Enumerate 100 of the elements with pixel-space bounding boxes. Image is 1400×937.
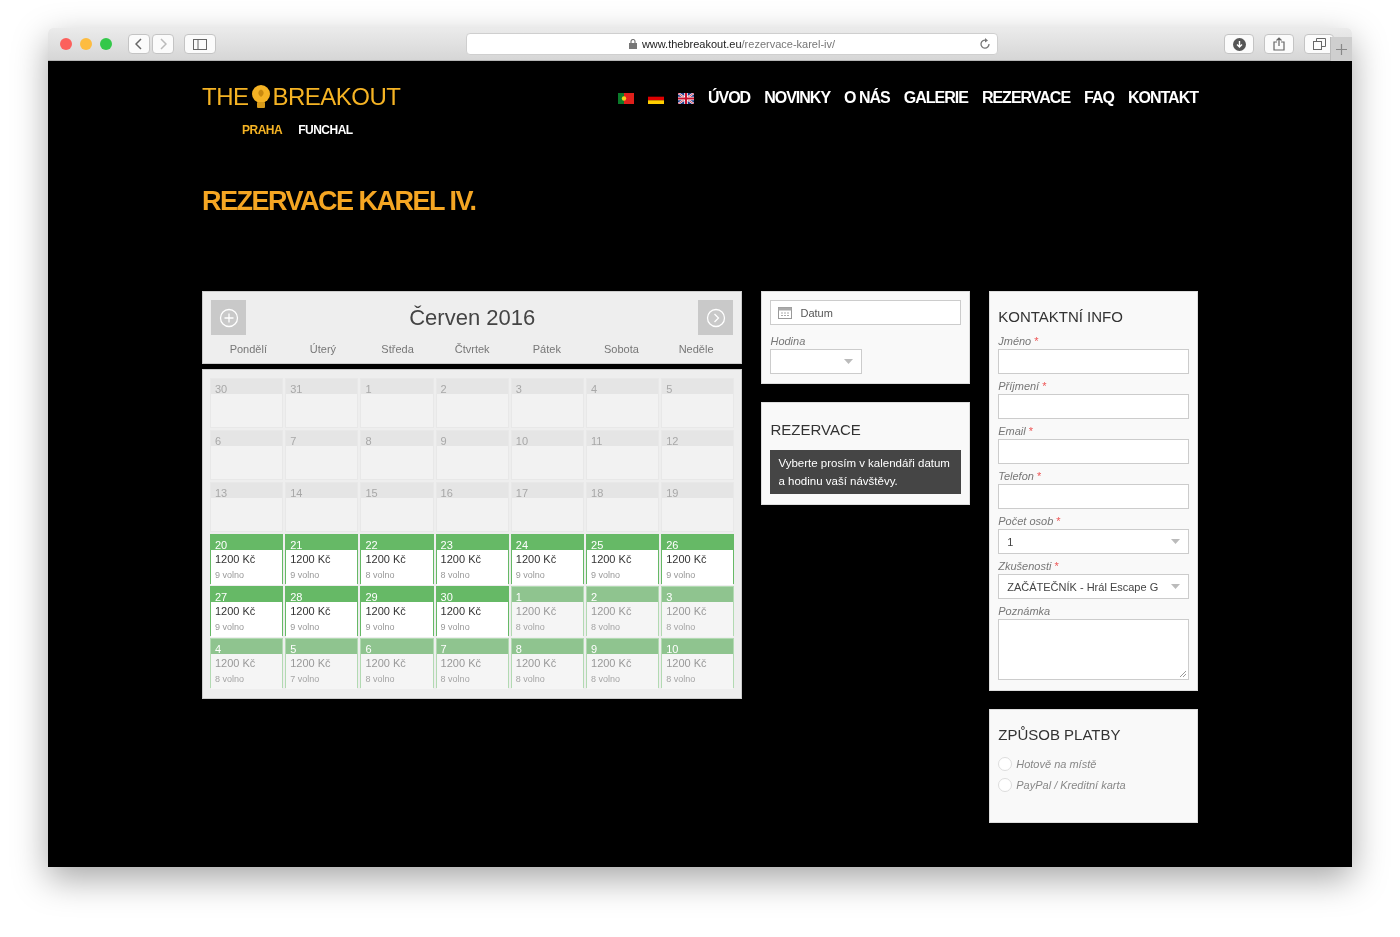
weekday-label: Pátek bbox=[531, 343, 562, 355]
field-label: Hodina bbox=[770, 335, 807, 347]
nav-link[interactable]: O NÁS bbox=[844, 89, 890, 107]
day-number: 10 bbox=[666, 643, 679, 655]
logo-text: BREAKOUT bbox=[272, 83, 401, 111]
address-bar[interactable]: www.thebreakout.eu/rezervace-karel-iv/ bbox=[466, 33, 998, 55]
reload-icon[interactable] bbox=[979, 38, 991, 50]
hour-select[interactable] bbox=[770, 349, 863, 374]
textarea-field[interactable] bbox=[998, 619, 1189, 680]
input-field[interactable] bbox=[998, 394, 1189, 419]
day-price: 1200 Kč bbox=[215, 552, 257, 567]
calendar-day[interactable]: 22 1200 Kč 8 volno bbox=[360, 534, 434, 584]
sidebar-button[interactable] bbox=[184, 34, 216, 54]
radio-button[interactable] bbox=[998, 757, 1013, 771]
day-number: 3 bbox=[515, 383, 522, 395]
free-spots: 8 volno bbox=[215, 673, 246, 686]
calendar-day[interactable]: 24 1200 Kč 9 volno bbox=[510, 534, 584, 584]
portugal-flag-icon[interactable] bbox=[617, 92, 634, 104]
day-price: 1200 Kč bbox=[666, 656, 708, 671]
day-number: 31 bbox=[290, 383, 303, 395]
nav-link[interactable]: ÚVOD bbox=[707, 89, 751, 107]
date-field[interactable]: Datum bbox=[770, 300, 962, 325]
back-icon bbox=[135, 38, 143, 50]
day-price: 1200 Kč bbox=[215, 656, 257, 671]
nav-link[interactable]: REZERVACE bbox=[981, 89, 1071, 107]
city-link[interactable]: FUNCHAL bbox=[298, 123, 353, 137]
back-button[interactable] bbox=[128, 34, 150, 54]
payment-option[interactable]: PayPal / Kreditní karta bbox=[998, 778, 1189, 792]
day-price: 1200 Kč bbox=[440, 552, 482, 567]
lightbulb-icon bbox=[250, 85, 271, 109]
calendar-day[interactable]: 29 1200 Kč 9 volno bbox=[360, 586, 434, 636]
day-number: 3 bbox=[666, 591, 673, 603]
plus-circle-icon bbox=[218, 307, 239, 328]
input-field[interactable] bbox=[998, 484, 1189, 509]
chevron-circle-icon bbox=[705, 307, 726, 328]
caret-icon bbox=[844, 359, 854, 364]
day-number: 16 bbox=[440, 487, 453, 499]
city-link[interactable]: PRAHA bbox=[242, 123, 283, 137]
day-price: 1200 Kč bbox=[591, 656, 633, 671]
calendar-day[interactable]: 23 1200 Kč 8 volno bbox=[435, 534, 509, 584]
calendar-day[interactable]: 20 1200 Kč 9 volno bbox=[210, 534, 284, 584]
calendar-day[interactable]: 30 1200 Kč 9 volno bbox=[435, 586, 509, 636]
day-price: 1200 Kč bbox=[290, 552, 332, 567]
download-button[interactable] bbox=[1224, 34, 1254, 54]
day-number: 27 bbox=[215, 591, 228, 603]
page-title: REZERVACE KAREL IV. bbox=[202, 185, 477, 217]
day-number: 30 bbox=[440, 591, 453, 603]
calendar-day[interactable]: 25 1200 Kč 9 volno bbox=[586, 534, 660, 584]
uk-flag-icon[interactable] bbox=[677, 92, 694, 104]
new-tab-button[interactable] bbox=[1330, 37, 1352, 61]
free-spots: 9 volno bbox=[666, 569, 697, 582]
calendar-day[interactable]: 28 1200 Kč 9 volno bbox=[285, 586, 359, 636]
day-number: 12 bbox=[666, 435, 679, 447]
close-icon[interactable] bbox=[60, 38, 72, 50]
calendar-day[interactable]: 26 1200 Kč 9 volno bbox=[661, 534, 735, 584]
input-field[interactable] bbox=[998, 439, 1189, 464]
logo[interactable]: THE BREAKOUT bbox=[202, 83, 401, 111]
previous-month-button[interactable] bbox=[211, 300, 246, 335]
day-number: 28 bbox=[290, 591, 303, 603]
free-spots: 9 volno bbox=[215, 621, 246, 634]
caret-icon bbox=[1171, 584, 1180, 589]
free-spots: 9 volno bbox=[440, 621, 471, 634]
field-label: Poznámka bbox=[998, 605, 1052, 617]
nav-link[interactable]: NOVINKY bbox=[764, 89, 831, 107]
free-spots: 9 volno bbox=[215, 569, 246, 582]
free-spots: 8 volno bbox=[440, 673, 471, 686]
day-number: 19 bbox=[666, 487, 679, 499]
logo-text: THE bbox=[202, 83, 249, 111]
day-number: 6 bbox=[365, 643, 372, 655]
radio-button[interactable] bbox=[998, 778, 1013, 792]
day-number: 5 bbox=[666, 383, 673, 395]
field-label: Příjmení * bbox=[998, 380, 1048, 392]
input-field[interactable] bbox=[998, 349, 1189, 374]
day-number: 4 bbox=[215, 643, 222, 655]
free-spots: 8 volno bbox=[365, 673, 396, 686]
minimize-icon[interactable] bbox=[80, 38, 92, 50]
field-label: Jméno * bbox=[998, 335, 1040, 347]
select-field[interactable]: 1 bbox=[998, 529, 1189, 554]
select-field[interactable]: ZAČÁTEČNÍK - Hrál Escape G bbox=[998, 574, 1189, 599]
day-price: 1200 Kč bbox=[666, 604, 708, 619]
payment-option[interactable]: Hotově na místě bbox=[998, 757, 1189, 771]
calendar-day[interactable]: 21 1200 Kč 9 volno bbox=[285, 534, 359, 584]
resize-handle-icon[interactable] bbox=[1179, 670, 1186, 677]
nav-link[interactable]: FAQ bbox=[1084, 89, 1114, 107]
day-number: 1 bbox=[365, 383, 372, 395]
day-number: 8 bbox=[365, 435, 372, 447]
next-month-button[interactable] bbox=[698, 300, 734, 335]
day-price: 1200 Kč bbox=[365, 552, 407, 567]
calendar-day[interactable]: 27 1200 Kč 9 volno bbox=[210, 586, 284, 636]
free-spots: 8 volno bbox=[666, 673, 697, 686]
weekday-label: Pondělí bbox=[228, 343, 268, 355]
free-spots: 8 volno bbox=[515, 621, 546, 634]
day-price: 1200 Kč bbox=[515, 552, 558, 567]
day-price: 1200 Kč bbox=[365, 656, 407, 671]
nav-link[interactable]: KONTAKT bbox=[1127, 89, 1198, 107]
nav-link[interactable]: GALERIE bbox=[903, 89, 968, 107]
free-spots: 9 volno bbox=[591, 569, 622, 582]
share-button[interactable] bbox=[1264, 34, 1294, 54]
zoom-icon[interactable] bbox=[100, 38, 112, 50]
tabs-icon bbox=[1312, 38, 1326, 50]
